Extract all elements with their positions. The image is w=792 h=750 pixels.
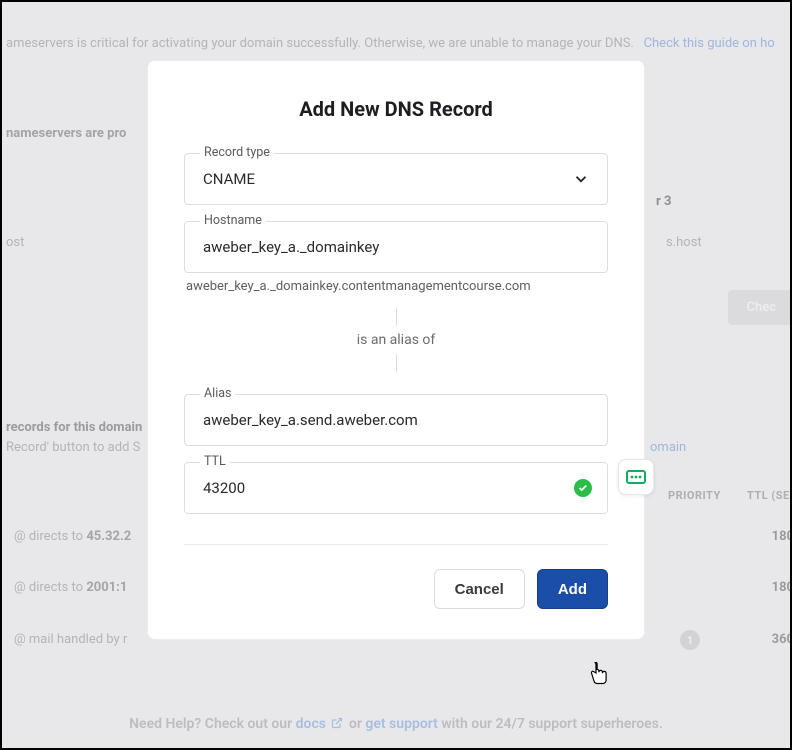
full-hostname-text: aweber_key_a._domainkey.contentmanagemen… [186, 279, 608, 294]
alias-of-block: is an alias of [184, 308, 608, 372]
modal-overlay: Add New DNS Record Record type CNAME Hos… [2, 2, 790, 748]
hostname-label: Hostname [200, 213, 266, 228]
record-type-select[interactable]: CNAME [184, 153, 608, 205]
hostname-field[interactable]: Hostname [184, 221, 608, 273]
ttl-label: TTL [200, 454, 230, 469]
hostname-input[interactable] [184, 221, 608, 273]
record-type-label: Record type [200, 145, 274, 160]
record-type-value: CNAME [203, 170, 255, 188]
record-type-field[interactable]: Record type CNAME [184, 153, 608, 205]
add-button[interactable]: Add [537, 569, 608, 609]
ttl-field[interactable]: TTL [184, 462, 608, 514]
ttl-input[interactable] [184, 462, 608, 514]
divider [184, 544, 608, 545]
alias-label: Alias [200, 386, 235, 401]
alias-input[interactable] [184, 394, 608, 446]
alias-field[interactable]: Alias [184, 394, 608, 446]
cancel-button[interactable]: Cancel [434, 569, 525, 609]
valid-check-icon [574, 479, 592, 497]
alias-of-text: is an alias of [184, 332, 608, 348]
add-dns-record-modal: Add New DNS Record Record type CNAME Hos… [147, 60, 645, 640]
modal-title: Add New DNS Record [184, 97, 608, 121]
password-manager-icon [626, 469, 646, 485]
dashlane-icon[interactable] [618, 459, 654, 495]
